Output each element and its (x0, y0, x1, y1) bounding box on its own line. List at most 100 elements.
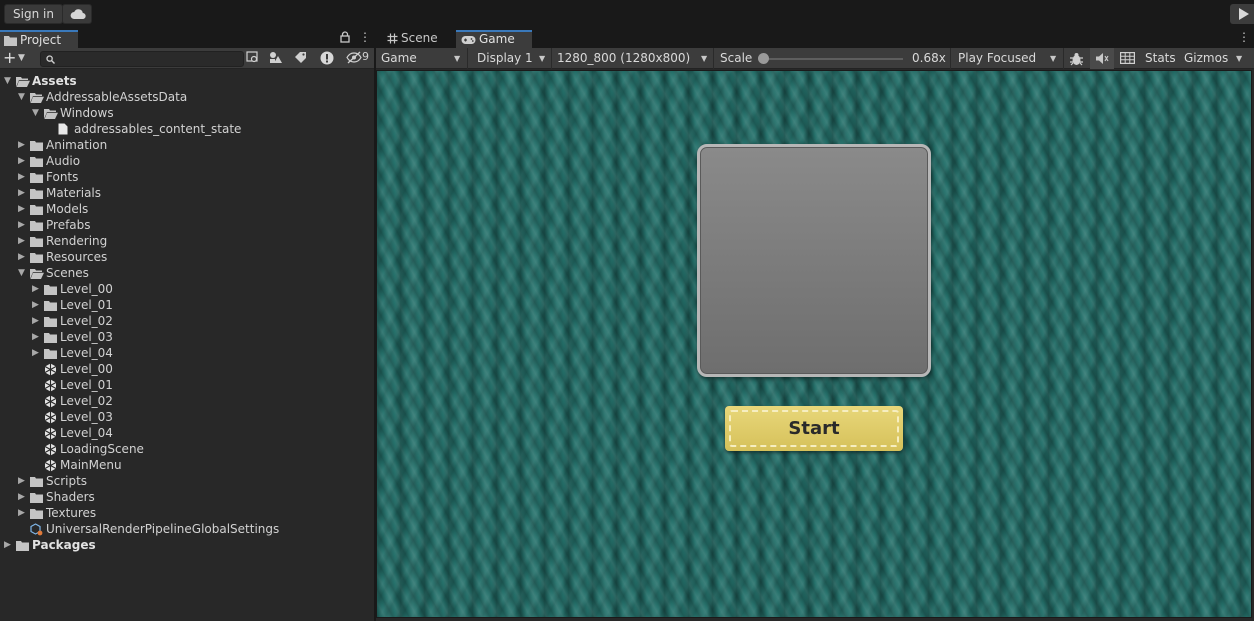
tree-item-label: Materials (46, 186, 102, 200)
tree-item[interactable]: Level_02 (0, 393, 374, 409)
expand-arrow-closed-icon[interactable]: ▶ (18, 201, 28, 217)
tree-item[interactable]: LoadingScene (0, 441, 374, 457)
tree-item-label: Level_02 (60, 314, 113, 328)
tree-item[interactable]: ▼ AddressableAssetsData (0, 89, 374, 105)
tree-item[interactable]: ▼ Assets (0, 73, 374, 89)
tree-item-label: UniversalRenderPipelineGlobalSettings (46, 522, 280, 536)
search-icon (46, 55, 55, 64)
tree-item-label: AddressableAssetsData (46, 90, 188, 104)
scale-slider[interactable]: Scale 0.68x (715, 48, 951, 69)
expand-arrow-closed-icon[interactable]: ▶ (18, 169, 28, 185)
tree-item[interactable]: ▶ Packages (0, 537, 374, 553)
tree-item[interactable]: addressables_content_state (0, 121, 374, 137)
expand-arrow-closed-icon[interactable]: ▶ (32, 281, 42, 297)
expand-arrow-open-icon[interactable]: ▼ (18, 265, 28, 281)
expand-arrow-closed-icon[interactable]: ▶ (18, 185, 28, 201)
expand-arrow-open-icon[interactable]: ▼ (18, 89, 28, 105)
tree-item-label: Fonts (46, 170, 79, 184)
aspect-overlay-button[interactable] (1117, 48, 1139, 69)
warning-icon[interactable] (320, 51, 334, 65)
chevron-down-icon: ▼ (454, 54, 461, 63)
expand-arrow-closed-icon[interactable]: ▶ (18, 249, 28, 265)
stats-toggle[interactable]: Stats (1145, 48, 1176, 69)
project-menu-icon[interactable]: ⋮ (359, 30, 371, 44)
tab-project[interactable]: Project (0, 30, 78, 48)
play-mode-dropdown[interactable]: Play Focused ▼ (953, 48, 1064, 69)
expand-arrow-closed-icon[interactable]: ▶ (32, 313, 42, 329)
tree-item-label: Textures (46, 506, 97, 520)
search-by-type-icon[interactable] (246, 51, 259, 64)
label-icon[interactable] (294, 51, 307, 64)
sign-in-button[interactable]: Sign in (4, 4, 63, 24)
filter-by-type-icon[interactable] (269, 51, 283, 64)
expand-arrow-closed-icon[interactable]: ▶ (32, 345, 42, 361)
tree-item[interactable]: ▶ Level_00 (0, 281, 374, 297)
tree-item[interactable]: ▶ Materials (0, 185, 374, 201)
tree-item[interactable]: ▶ Shaders (0, 489, 374, 505)
tab-game[interactable]: Game (456, 30, 532, 48)
tree-item[interactable]: ▶ Audio (0, 153, 374, 169)
expand-arrow-closed-icon[interactable]: ▶ (18, 153, 28, 169)
tree-item[interactable]: ▼ Windows (0, 105, 374, 121)
tree-item[interactable]: ▶ Level_04 (0, 345, 374, 361)
resolution-dropdown[interactable]: 1280_800 (1280x800) ▼ (552, 48, 714, 69)
create-button[interactable]: + (3, 48, 16, 68)
tree-item[interactable]: ▶ Fonts (0, 169, 374, 185)
start-button[interactable]: Start (725, 406, 903, 451)
tree-item[interactable]: Level_03 (0, 409, 374, 425)
tree-item[interactable]: Level_04 (0, 425, 374, 441)
folder-icon (4, 36, 17, 46)
tree-item[interactable]: ▶ Animation (0, 137, 374, 153)
tree-item[interactable]: ▶ Scripts (0, 473, 374, 489)
expand-arrow-closed-icon[interactable]: ▶ (32, 297, 42, 313)
play-button[interactable] (1230, 4, 1254, 24)
expand-arrow-closed-icon[interactable]: ▶ (18, 137, 28, 153)
tree-item[interactable]: ▶ Rendering (0, 233, 374, 249)
gizmos-toggle[interactable]: Gizmos (1184, 48, 1228, 69)
lock-icon[interactable] (340, 31, 350, 43)
game-viewport[interactable]: Start (376, 70, 1252, 618)
hidden-count: 9 (362, 50, 369, 63)
view-mode-dropdown[interactable]: Game ▼ (376, 48, 468, 69)
view-mode-value: Game (381, 51, 417, 65)
expand-arrow-closed-icon[interactable]: ▶ (18, 217, 28, 233)
tree-item[interactable]: ▶ Textures (0, 505, 374, 521)
tree-item-label: Level_03 (60, 410, 113, 424)
search-input[interactable] (40, 51, 244, 67)
game-view-menu-icon[interactable]: ⋮ (1238, 30, 1250, 44)
scale-value: 0.68x (912, 51, 946, 65)
cloud-button[interactable] (62, 4, 92, 24)
expand-arrow-open-icon[interactable]: ▼ (32, 105, 42, 121)
tree-item-label: Animation (46, 138, 108, 152)
tree-item[interactable]: ▼ Scenes (0, 265, 374, 281)
tree-item-label: addressables_content_state (74, 122, 242, 136)
chevron-down-icon[interactable]: ▼ (1236, 48, 1242, 69)
game-toolbar: Game ▼ Display 1 ▼ 1280_800 (1280x800) ▼… (376, 48, 1254, 69)
expand-arrow-closed-icon[interactable]: ▶ (18, 473, 28, 489)
hidden-packages-icon[interactable] (346, 51, 362, 64)
tree-item-label: Level_00 (60, 282, 113, 296)
display-dropdown[interactable]: Display 1 ▼ (472, 48, 552, 69)
scale-track[interactable] (759, 58, 903, 60)
tab-scene[interactable]: Scene (382, 30, 458, 48)
scale-knob[interactable] (758, 53, 769, 64)
tree-item[interactable]: ▶ Models (0, 201, 374, 217)
tree-item[interactable]: ▶ Prefabs (0, 217, 374, 233)
expand-arrow-closed-icon[interactable]: ▶ (18, 233, 28, 249)
tree-item[interactable]: UniversalRenderPipelineGlobalSettings (0, 521, 374, 537)
expand-arrow-closed-icon[interactable]: ▶ (18, 505, 28, 521)
tree-item[interactable]: ▶ Level_03 (0, 329, 374, 345)
frame-debugger-button[interactable] (1066, 48, 1088, 69)
expand-arrow-closed-icon[interactable]: ▶ (18, 489, 28, 505)
tree-item[interactable]: ▶ Level_02 (0, 313, 374, 329)
tree-item[interactable]: Level_00 (0, 361, 374, 377)
tree-item[interactable]: Level_01 (0, 377, 374, 393)
tree-item[interactable]: MainMenu (0, 457, 374, 473)
tree-item[interactable]: ▶ Resources (0, 249, 374, 265)
expand-arrow-closed-icon[interactable]: ▶ (32, 329, 42, 345)
tree-item[interactable]: ▶ Level_01 (0, 297, 374, 313)
expand-arrow-open-icon[interactable]: ▼ (4, 73, 14, 89)
chevron-down-icon[interactable]: ▼ (18, 48, 25, 69)
expand-arrow-closed-icon[interactable]: ▶ (4, 537, 14, 553)
mute-audio-button[interactable] (1090, 48, 1114, 69)
